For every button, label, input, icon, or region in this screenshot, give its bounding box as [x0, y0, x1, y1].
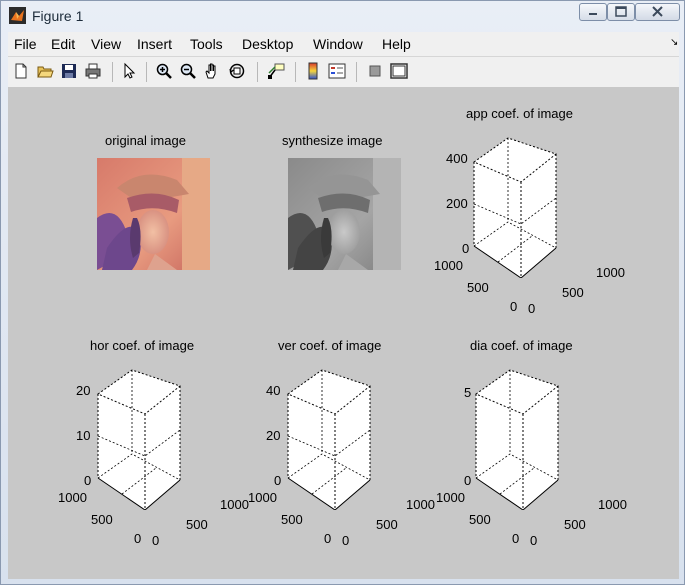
synthesize-image-title: synthesize image — [282, 133, 383, 148]
dia-x-tick: 500 — [469, 512, 491, 527]
minimize-button[interactable] — [579, 3, 607, 21]
app-coef-axes[interactable] — [472, 128, 602, 278]
zoom-in-icon[interactable] — [155, 62, 173, 80]
save-icon[interactable] — [60, 62, 78, 80]
menu-edit[interactable]: Edit — [51, 36, 75, 52]
hor-x-tick: 0 — [134, 531, 142, 546]
data-cursor-icon[interactable] — [267, 62, 285, 80]
app-y-tick: 500 — [562, 285, 584, 300]
matlab-logo-icon — [9, 7, 26, 24]
toolbar — [8, 57, 679, 88]
ver-z-tick: 20 — [266, 428, 281, 443]
legend-icon[interactable] — [328, 62, 346, 80]
hor-y-tick: 500 — [186, 517, 208, 532]
menu-help[interactable]: Help — [382, 36, 411, 52]
dia-x-tick: 1000 — [436, 490, 465, 505]
new-figure-icon[interactable] — [12, 62, 30, 80]
open-icon[interactable] — [36, 62, 54, 80]
minimize-icon — [589, 13, 597, 15]
window-title: Figure 1 — [32, 8, 84, 24]
app-x-tick: 500 — [467, 280, 489, 295]
toolbar-separator — [295, 62, 296, 82]
hor-x-tick: 500 — [91, 512, 113, 527]
dia-y-tick: 500 — [564, 517, 586, 532]
toolbar-separator — [257, 62, 258, 82]
original-image — [97, 158, 210, 270]
hor-coef-title: hor coef. of image — [90, 338, 195, 353]
dia-y-tick: 0 — [530, 533, 538, 548]
rotate-3d-icon[interactable] — [228, 62, 246, 80]
ver-z-tick: 40 — [266, 383, 281, 398]
dia-z-tick: 0 — [464, 473, 472, 488]
figure-canvas: original image synthesize image app coef… — [8, 88, 679, 579]
menu-view[interactable]: View — [91, 36, 121, 52]
app-x-tick: 1000 — [434, 258, 463, 273]
maximize-button[interactable] — [607, 3, 635, 21]
dia-coef-title: dia coef. of image — [470, 338, 573, 353]
show-plot-tools-icon[interactable] — [390, 62, 408, 80]
hor-y-tick: 0 — [152, 533, 160, 548]
menu-desktop[interactable]: Desktop — [242, 36, 293, 52]
ver-x-tick: 1000 — [248, 490, 277, 505]
hor-x-tick: 1000 — [58, 490, 87, 505]
title-bar[interactable]: Figure 1 — [1, 1, 684, 31]
dia-x-tick: 0 — [512, 531, 520, 546]
ver-coef-title: ver coef. of image — [278, 338, 382, 353]
original-image-title: original image — [105, 133, 186, 148]
dock-arrow-icon[interactable]: ↘ — [670, 37, 678, 48]
figure-window: Figure 1 File Edit View Insert Tools Des… — [0, 0, 685, 585]
dia-coef-axes[interactable] — [474, 360, 604, 510]
app-y-tick: 1000 — [596, 265, 625, 280]
colorbar-icon[interactable] — [304, 62, 322, 80]
app-z-tick: 400 — [446, 151, 468, 166]
pointer-icon[interactable] — [120, 62, 138, 80]
ver-y-tick: 1000 — [406, 497, 435, 512]
zoom-out-icon[interactable] — [179, 62, 197, 80]
ver-coef-axes[interactable] — [286, 360, 416, 510]
hide-plot-tools-icon[interactable] — [366, 62, 384, 80]
ver-x-tick: 0 — [324, 531, 332, 546]
print-icon[interactable] — [84, 62, 102, 80]
hor-coef-axes[interactable] — [96, 360, 226, 510]
menu-bar: File Edit View Insert Tools Desktop Wind… — [8, 32, 679, 57]
menu-window[interactable]: Window — [313, 36, 363, 52]
close-button[interactable] — [635, 3, 680, 21]
dia-z-tick: 5 — [464, 385, 472, 400]
app-y-tick: 0 — [528, 301, 536, 316]
hor-z-tick: 10 — [76, 428, 91, 443]
synthesize-image — [288, 158, 401, 270]
menu-file[interactable]: File — [14, 36, 37, 52]
toolbar-separator — [112, 62, 113, 82]
hor-y-tick: 1000 — [220, 497, 249, 512]
ver-x-tick: 500 — [281, 512, 303, 527]
maximize-icon — [615, 6, 627, 17]
ver-y-tick: 500 — [376, 517, 398, 532]
app-z-tick: 200 — [446, 196, 468, 211]
app-z-tick: 0 — [462, 241, 470, 256]
toolbar-separator — [356, 62, 357, 82]
app-coef-title: app coef. of image — [466, 106, 573, 121]
ver-y-tick: 0 — [342, 533, 350, 548]
dia-y-tick: 1000 — [598, 497, 627, 512]
hor-z-tick: 0 — [84, 473, 92, 488]
hor-z-tick: 20 — [76, 383, 91, 398]
pan-hand-icon[interactable] — [203, 62, 221, 80]
ver-z-tick: 0 — [274, 473, 282, 488]
toolbar-separator — [146, 62, 147, 82]
app-x-tick: 0 — [510, 299, 518, 314]
menu-insert[interactable]: Insert — [137, 36, 172, 52]
menu-tools[interactable]: Tools — [190, 36, 223, 52]
close-icon — [652, 6, 663, 17]
